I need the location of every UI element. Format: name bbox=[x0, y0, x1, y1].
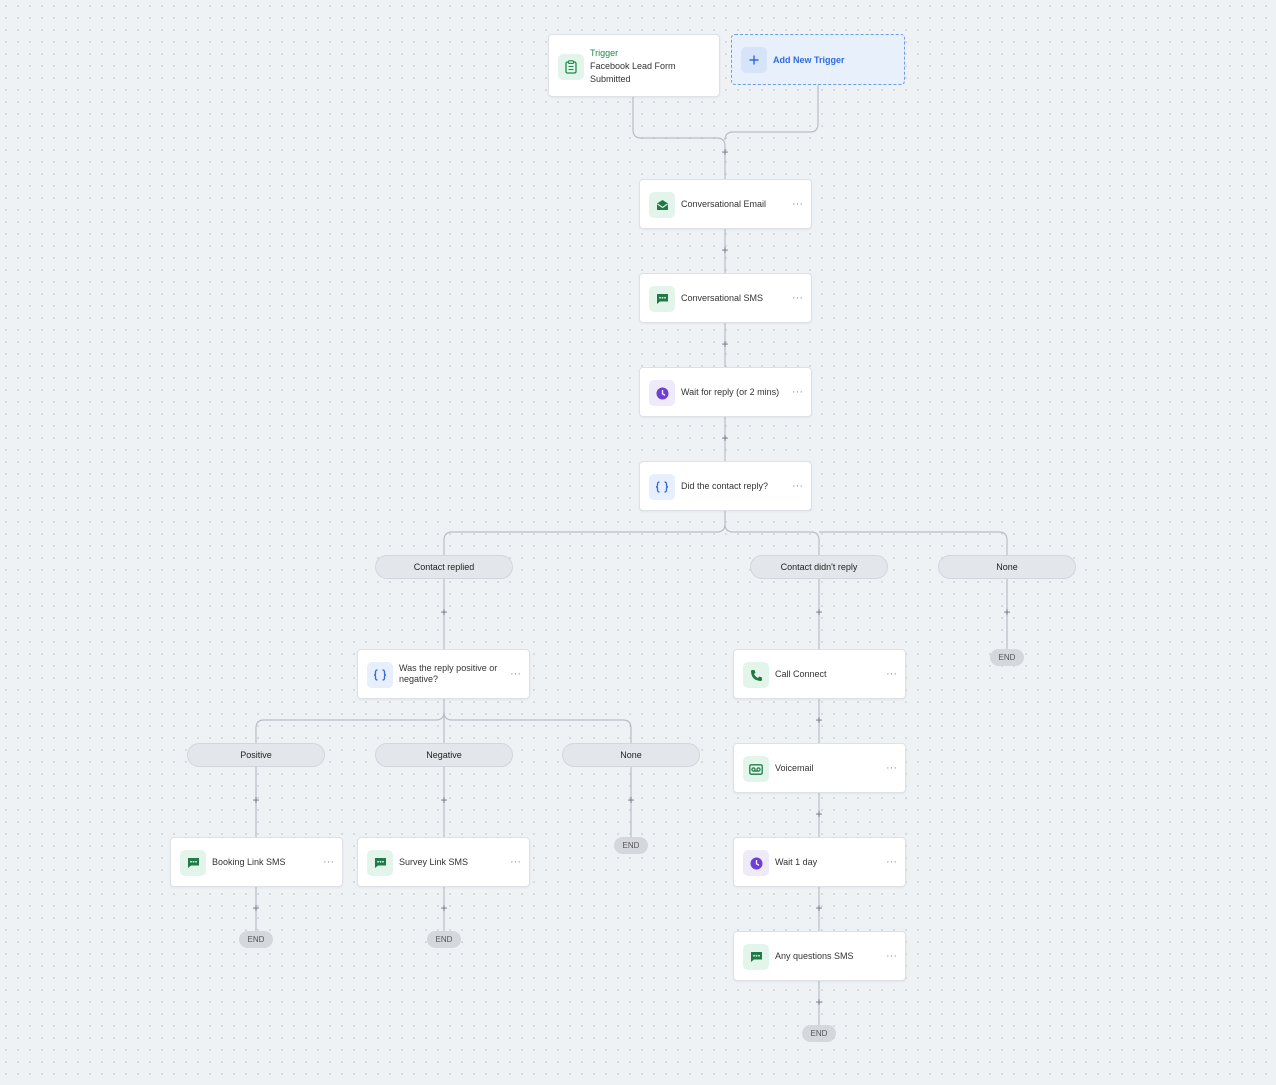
add-step-button[interactable]: + bbox=[250, 902, 262, 914]
clock-icon bbox=[649, 380, 675, 406]
braces-icon bbox=[367, 662, 393, 688]
more-options-icon[interactable]: ··· bbox=[886, 669, 897, 680]
chat-bubble-icon bbox=[367, 850, 393, 876]
branch-negative[interactable]: Negative bbox=[375, 743, 513, 767]
more-options-icon[interactable]: ··· bbox=[792, 481, 803, 492]
branch-contact-replied[interactable]: Contact replied bbox=[375, 555, 513, 579]
branch-positive[interactable]: Positive bbox=[187, 743, 325, 767]
add-step-button[interactable]: + bbox=[813, 996, 825, 1008]
step-label: Call Connect bbox=[775, 668, 827, 679]
branch-none[interactable]: None bbox=[938, 555, 1076, 579]
step-conversational-sms[interactable]: Conversational SMS ··· bbox=[639, 273, 812, 323]
step-conversational-email[interactable]: Conversational Email ··· bbox=[639, 179, 812, 229]
step-wait-1-day[interactable]: Wait 1 day ··· bbox=[733, 837, 906, 887]
plus-icon bbox=[741, 47, 767, 73]
chat-bubble-icon bbox=[649, 286, 675, 312]
clipboard-icon bbox=[558, 54, 584, 80]
step-voicemail[interactable]: Voicemail ··· bbox=[733, 743, 906, 793]
workflow-canvas[interactable]: Trigger Facebook Lead Form Submitted Add… bbox=[0, 0, 1276, 1085]
trigger-subtitle: Facebook Lead Form Submitted bbox=[590, 61, 676, 84]
clock-icon bbox=[743, 850, 769, 876]
add-step-button[interactable]: + bbox=[719, 432, 731, 444]
step-label: Was the reply positive or negative? bbox=[399, 663, 498, 684]
add-step-button[interactable]: + bbox=[438, 606, 450, 618]
add-step-button[interactable]: + bbox=[719, 146, 731, 158]
more-options-icon[interactable]: ··· bbox=[792, 387, 803, 398]
chat-bubble-icon bbox=[743, 944, 769, 970]
add-step-button[interactable]: + bbox=[813, 902, 825, 914]
step-call-connect[interactable]: Call Connect ··· bbox=[733, 649, 906, 699]
trigger-title: Trigger bbox=[590, 48, 619, 58]
more-options-icon[interactable]: ··· bbox=[886, 857, 897, 868]
end-marker: END bbox=[427, 931, 461, 948]
step-label: Wait 1 day bbox=[775, 856, 818, 867]
add-step-button[interactable]: + bbox=[813, 606, 825, 618]
step-label: Did the contact reply? bbox=[681, 480, 769, 491]
add-new-trigger-label: Add New Trigger bbox=[773, 55, 845, 65]
add-step-button[interactable]: + bbox=[719, 244, 731, 256]
more-options-icon[interactable]: ··· bbox=[886, 763, 897, 774]
add-step-button[interactable]: + bbox=[813, 808, 825, 820]
step-condition-did-reply[interactable]: Did the contact reply? ··· bbox=[639, 461, 812, 511]
add-step-button[interactable]: + bbox=[719, 338, 731, 350]
voicemail-icon bbox=[743, 756, 769, 782]
braces-icon bbox=[649, 474, 675, 500]
trigger-card[interactable]: Trigger Facebook Lead Form Submitted bbox=[548, 34, 720, 97]
step-label: Wait for reply (or 2 mins) bbox=[681, 386, 780, 397]
step-any-questions-sms[interactable]: Any questions SMS ··· bbox=[733, 931, 906, 981]
end-marker: END bbox=[802, 1025, 836, 1042]
chat-bubble-icon bbox=[180, 850, 206, 876]
more-options-icon[interactable]: ··· bbox=[510, 857, 521, 868]
more-options-icon[interactable]: ··· bbox=[792, 293, 803, 304]
add-step-button[interactable]: + bbox=[438, 902, 450, 914]
step-wait-for-reply[interactable]: Wait for reply (or 2 mins) ··· bbox=[639, 367, 812, 417]
end-marker: END bbox=[990, 649, 1024, 666]
more-options-icon[interactable]: ··· bbox=[792, 199, 803, 210]
step-label: Voicemail bbox=[775, 762, 814, 773]
end-marker: END bbox=[614, 837, 648, 854]
more-options-icon[interactable]: ··· bbox=[510, 669, 521, 680]
step-label: Survey Link SMS bbox=[399, 856, 469, 867]
step-label: Conversational SMS bbox=[681, 292, 764, 303]
add-step-button[interactable]: + bbox=[438, 794, 450, 806]
step-label: Conversational Email bbox=[681, 198, 767, 209]
add-step-button[interactable]: + bbox=[813, 714, 825, 726]
branch-contact-didnt-reply[interactable]: Contact didn't reply bbox=[750, 555, 888, 579]
step-booking-link-sms[interactable]: Booking Link SMS ··· bbox=[170, 837, 343, 887]
step-condition-reply-sentiment[interactable]: Was the reply positive or negative? ··· bbox=[357, 649, 530, 699]
add-step-button[interactable]: + bbox=[250, 794, 262, 806]
add-step-button[interactable]: + bbox=[625, 794, 637, 806]
add-new-trigger-button[interactable]: Add New Trigger bbox=[731, 34, 905, 85]
connector-lines bbox=[255, 85, 1008, 1025]
more-options-icon[interactable]: ··· bbox=[886, 951, 897, 962]
envelope-open-icon bbox=[649, 192, 675, 218]
branch-none[interactable]: None bbox=[562, 743, 700, 767]
step-label: Any questions SMS bbox=[775, 950, 854, 961]
phone-icon bbox=[743, 662, 769, 688]
add-step-button[interactable]: + bbox=[1001, 606, 1013, 618]
more-options-icon[interactable]: ··· bbox=[323, 857, 334, 868]
end-marker: END bbox=[239, 931, 273, 948]
step-label: Booking Link SMS bbox=[212, 856, 286, 867]
step-survey-link-sms[interactable]: Survey Link SMS ··· bbox=[357, 837, 530, 887]
